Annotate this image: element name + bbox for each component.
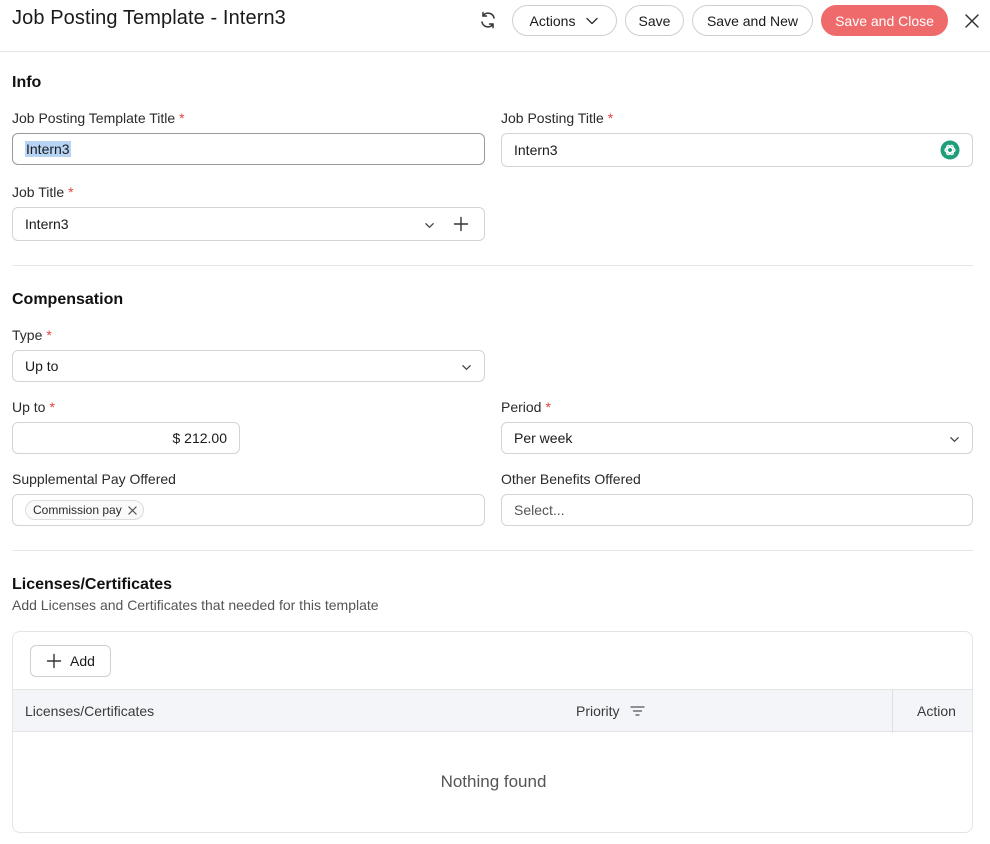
period-label-text: Period: [501, 399, 542, 415]
divider: [12, 550, 973, 551]
add-job-title-icon[interactable]: [453, 216, 469, 232]
supplemental-pay-label: Supplemental Pay Offered: [12, 471, 176, 487]
plus-icon: [46, 653, 62, 669]
chevron-down-icon: [586, 17, 599, 24]
table-header: Licenses/Certificates Priority Action: [13, 689, 972, 733]
chevron-down-icon: [462, 365, 471, 370]
required-mark: *: [46, 327, 52, 343]
actions-button[interactable]: Actions: [512, 5, 617, 36]
type-value: Up to: [25, 358, 59, 374]
remove-chip-icon[interactable]: [128, 505, 137, 515]
chevron-down-icon: [950, 437, 959, 442]
chip-label: Commission pay: [33, 503, 122, 517]
supplemental-pay-select[interactable]: Commission pay: [12, 494, 485, 526]
required-mark: *: [49, 399, 55, 415]
template-title-input[interactable]: Intern3: [12, 133, 485, 165]
column-header-action: Action: [917, 703, 956, 719]
other-benefits-placeholder: Select...: [514, 502, 565, 518]
info-section-title: Info: [12, 74, 42, 91]
period-label: Period *: [501, 399, 551, 415]
supplemental-pay-chip: Commission pay: [25, 500, 144, 520]
period-value: Per week: [514, 430, 573, 446]
page-title: Job Posting Template - Intern3: [12, 7, 286, 29]
type-label-text: Type: [12, 327, 43, 343]
filter-icon[interactable]: [629, 705, 645, 717]
job-title-label: Job Title *: [12, 184, 74, 200]
close-icon[interactable]: [960, 9, 984, 33]
licenses-section-title: Licenses/Certificates: [12, 576, 173, 593]
actions-label: Actions: [529, 12, 576, 29]
upto-label: Up to *: [12, 399, 55, 415]
template-title-label-text: Job Posting Template Title: [12, 110, 176, 126]
add-license-button[interactable]: Add: [30, 645, 111, 677]
type-label: Type *: [12, 327, 52, 343]
required-mark: *: [179, 110, 185, 126]
required-mark: *: [607, 110, 614, 126]
upto-amount-input[interactable]: $ 212.00: [12, 422, 240, 454]
add-label: Add: [70, 653, 95, 669]
header: Job Posting Template - Intern3 Actions S…: [0, 0, 990, 52]
period-select[interactable]: Per week: [501, 422, 973, 454]
posting-title-label: Job Posting Title *: [501, 110, 613, 126]
licenses-subtitle: Add Licenses and Certificates that neede…: [12, 597, 379, 613]
save-and-close-button[interactable]: Save and Close: [821, 5, 948, 36]
posting-title-value: Intern3: [514, 142, 558, 158]
priority-header-label: Priority: [576, 703, 620, 719]
type-select[interactable]: Up to: [12, 350, 485, 382]
licenses-table: Add Licenses/Certificates Priority Actio…: [12, 631, 973, 833]
column-divider: [892, 690, 893, 733]
save-and-new-button[interactable]: Save and New: [692, 5, 813, 36]
divider: [12, 265, 973, 266]
other-benefits-select[interactable]: Select...: [501, 494, 973, 526]
template-title-value: Intern3: [25, 141, 71, 157]
chevron-down-icon[interactable]: [424, 220, 435, 231]
job-title-label-text: Job Title: [12, 184, 65, 200]
other-benefits-label: Other Benefits Offered: [501, 471, 641, 487]
job-title-value: Intern3: [25, 216, 69, 232]
empty-state-text: Nothing found: [440, 772, 547, 791]
job-title-select[interactable]: Intern3: [12, 207, 485, 241]
save-button[interactable]: Save: [625, 5, 684, 36]
posting-title-label-text: Job Posting Title: [501, 110, 604, 126]
template-title-label: Job Posting Template Title *: [12, 110, 185, 126]
upto-amount-value: $ 212.00: [172, 430, 228, 446]
column-header-priority[interactable]: Priority: [576, 703, 645, 719]
column-header-licenses[interactable]: Licenses/Certificates: [25, 703, 154, 719]
refresh-icon[interactable]: [476, 8, 500, 32]
ai-assist-icon[interactable]: [940, 140, 960, 160]
compensation-section-title: Compensation: [12, 291, 124, 308]
upto-label-text: Up to: [12, 399, 46, 415]
required-mark: *: [68, 184, 74, 200]
posting-title-input[interactable]: Intern3: [501, 133, 973, 167]
required-mark: *: [545, 399, 551, 415]
